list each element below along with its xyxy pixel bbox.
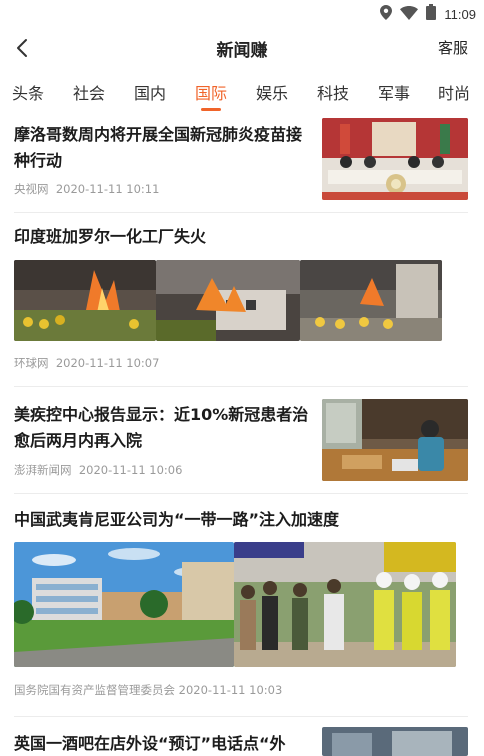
status-bar: 11:09 (0, 0, 484, 26)
news-item[interactable]: 印度班加罗尔一化工厂失火 环球网 2020-11-11 10:07 (0, 213, 484, 386)
news-thumbnail (300, 260, 442, 341)
news-title: 英国一酒吧在店外设“预订”电话点“外 (14, 734, 286, 753)
news-title-line: 愈后两月内再入院 (14, 431, 143, 450)
tab-entertainment[interactable]: 娱乐 (256, 80, 288, 104)
news-date: 2020-11-11 10:11 (55, 182, 160, 196)
news-source: 环球网 (14, 356, 49, 370)
news-source: 央视网 (14, 182, 49, 196)
active-tab-indicator (201, 108, 221, 111)
news-item[interactable]: 美疾控中心报告显示：近10%新冠患者治 愈后两月内再入院 澎湃新闻网 2020-… (0, 387, 484, 493)
news-thumbnail (14, 260, 156, 341)
news-date: 2020-11-11 10:03 (178, 683, 283, 697)
tab-society[interactable]: 社会 (73, 80, 105, 104)
news-title: 美疾控中心报告显示：近10%新冠患者治 愈后两月内再入院 (14, 402, 314, 454)
news-date: 2020-11-11 10:06 (78, 463, 183, 477)
location-icon (380, 4, 393, 24)
news-item[interactable]: 摩洛哥数周内将开展全国新冠肺炎疫苗接 种行动 央视网 2020-11-11 10… (0, 112, 484, 212)
news-meta: 澎湃新闻网 2020-11-11 10:06 (14, 462, 182, 478)
news-title-line: 美疾控中心报告显示：近10%新冠患者治 (14, 405, 309, 424)
news-title: 印度班加罗尔一化工厂失火 (14, 227, 207, 246)
nav-bar: 新闻赚 客服 (0, 26, 484, 70)
tab-international[interactable]: 国际 (195, 80, 227, 104)
news-meta: 央视网 2020-11-11 10:11 (14, 181, 159, 197)
page-title: 新闻赚 (216, 41, 268, 61)
battery-icon (426, 4, 437, 24)
news-title-line: 摩洛哥数周内将开展全国新冠肺炎疫苗接 (14, 125, 303, 144)
customer-service-button[interactable]: 客服 (438, 37, 468, 58)
news-item[interactable]: 中国武夷肯尼亚公司为“一带一路”注入加速度 国务院国有资产监督管理委员会 202… (0, 494, 484, 704)
news-meta: 国务院国有资产监督管理委员会 2020-11-11 10:03 (14, 682, 282, 698)
news-thumbnail (322, 727, 468, 756)
tab-technology[interactable]: 科技 (317, 80, 349, 104)
news-title-line: 种行动 (14, 151, 63, 170)
news-thumbnail (234, 542, 456, 667)
news-source: 国务院国有资产监督管理委员会 (14, 683, 175, 697)
news-title: 中国武夷肯尼亚公司为“一带一路”注入加速度 (14, 510, 340, 529)
news-thumbnail (14, 542, 234, 667)
news-date: 2020-11-11 10:07 (55, 356, 160, 370)
news-thumbnail (322, 118, 468, 200)
news-item[interactable]: 英国一酒吧在店外设“预订”电话点“外 (0, 717, 484, 756)
status-icons: 11:09 (380, 4, 476, 24)
tab-headline[interactable]: 头条 (12, 80, 44, 104)
news-thumbnail (156, 260, 300, 341)
tab-fashion[interactable]: 时尚 (438, 80, 470, 104)
category-tabs: 头条 社会 国内 国际 娱乐 科技 军事 时尚 (0, 76, 484, 112)
news-thumbnail (322, 399, 468, 481)
wifi-icon (400, 5, 419, 24)
tab-military[interactable]: 军事 (378, 80, 410, 104)
status-time: 11:09 (444, 6, 476, 22)
tab-domestic[interactable]: 国内 (134, 80, 166, 104)
news-title: 摩洛哥数周内将开展全国新冠肺炎疫苗接 种行动 (14, 122, 314, 174)
news-source: 澎湃新闻网 (14, 463, 72, 477)
news-meta: 环球网 2020-11-11 10:07 (14, 355, 159, 371)
